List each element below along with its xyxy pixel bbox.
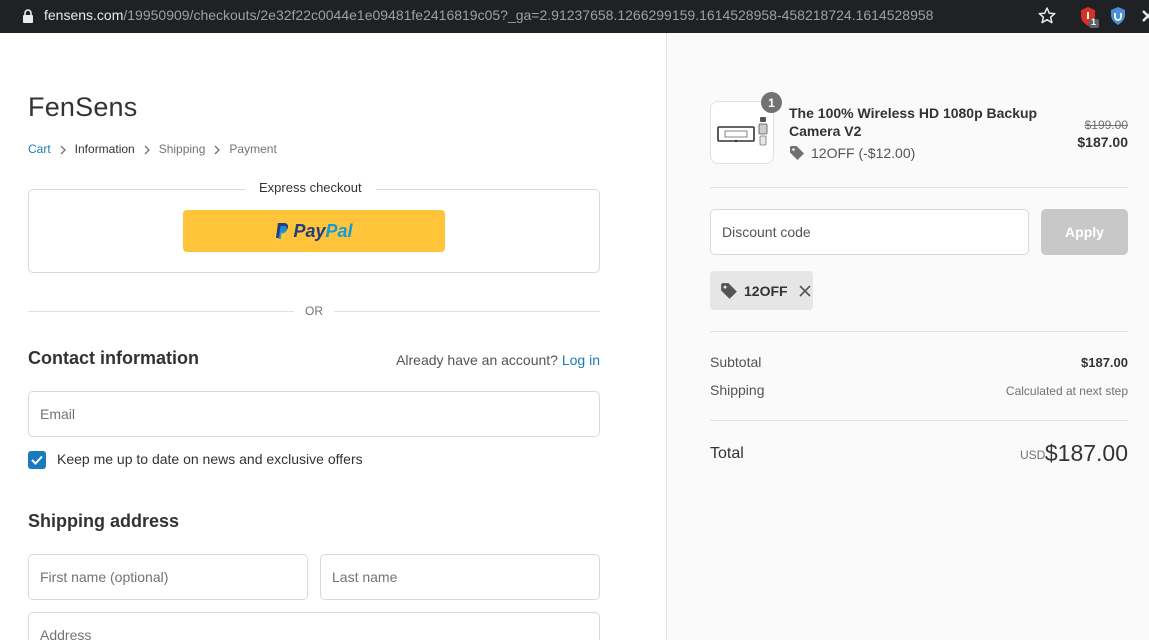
breadcrumb-information: Information bbox=[74, 142, 135, 156]
shipping-address-title: Shipping address bbox=[28, 511, 180, 531]
backup-camera-product-image bbox=[717, 117, 768, 146]
url-path: /19950909/checkouts/2e32f22c0044e1e09481… bbox=[123, 7, 934, 23]
paypal-pal: Pal bbox=[325, 220, 353, 241]
quantity-badge: 1 bbox=[761, 92, 782, 113]
shield-extension-icon[interactable] bbox=[1109, 6, 1127, 26]
lock-icon bbox=[23, 9, 33, 23]
tag-icon bbox=[790, 146, 804, 160]
shipping-value: Calculated at next step bbox=[1005, 384, 1128, 398]
breadcrumb-payment: Payment bbox=[229, 142, 277, 156]
breadcrumb: Cart Information Shipping Payment bbox=[28, 142, 277, 156]
express-checkout-title: Express checkout bbox=[245, 180, 376, 195]
bookmark-star-icon[interactable] bbox=[1037, 6, 1057, 26]
login-link[interactable]: Log in bbox=[562, 352, 600, 368]
original-price: $199.00 bbox=[1084, 118, 1128, 132]
first-name-field bbox=[28, 554, 308, 600]
account-prompt-text: Already have an account? bbox=[396, 352, 558, 368]
account-prompt: Already have an account? Log in bbox=[396, 352, 600, 368]
contact-information-title: Contact information bbox=[28, 348, 199, 368]
address-input[interactable] bbox=[29, 613, 599, 640]
breadcrumb-shipping: Shipping bbox=[158, 142, 206, 156]
email-input[interactable] bbox=[29, 392, 599, 436]
last-name-field bbox=[320, 554, 600, 600]
first-name-input[interactable] bbox=[29, 555, 307, 599]
discount-code-input[interactable] bbox=[711, 210, 1028, 254]
product-discount-text: 12OFF (-$12.00) bbox=[811, 145, 916, 161]
or-divider-text: OR bbox=[305, 304, 323, 318]
checkmark-icon bbox=[31, 455, 43, 465]
total-amount: $187.00 bbox=[1044, 440, 1128, 466]
total-label: Total bbox=[710, 445, 744, 462]
shop-name[interactable]: FenSens bbox=[28, 92, 137, 123]
summary-divider bbox=[710, 187, 1128, 188]
summary-divider bbox=[710, 420, 1128, 421]
or-divider-right bbox=[334, 311, 600, 312]
chevron-right-icon bbox=[135, 142, 159, 156]
product-price: $187.00 bbox=[1077, 134, 1128, 150]
applied-discount-chip: 12OFF bbox=[710, 271, 813, 310]
shipping-label: Shipping bbox=[710, 382, 765, 398]
breadcrumb-cart[interactable]: Cart bbox=[28, 142, 51, 156]
discount-code-field bbox=[710, 209, 1029, 255]
paypal-pay: Pay bbox=[293, 220, 326, 241]
applied-discount-code: 12OFF bbox=[744, 282, 788, 299]
extension-badge: 1 bbox=[1091, 17, 1097, 27]
address-field bbox=[28, 612, 600, 640]
subtotal-value: $187.00 bbox=[1081, 355, 1128, 370]
newsletter-label[interactable]: Keep me up to date on news and exclusive… bbox=[57, 451, 363, 467]
puzzle-extension-icon[interactable] bbox=[1141, 8, 1149, 24]
address-bar[interactable]: fensens.com/19950909/checkouts/2e32f22c0… bbox=[44, 7, 933, 23]
url-host: fensens.com bbox=[44, 7, 124, 23]
newsletter-checkbox[interactable] bbox=[28, 451, 46, 469]
subtotal-label: Subtotal bbox=[710, 354, 762, 370]
extension-icon[interactable]: 1 bbox=[1079, 6, 1099, 28]
email-field bbox=[28, 391, 600, 437]
paypal-wordmark: PayPal bbox=[293, 221, 352, 242]
tag-icon bbox=[721, 282, 737, 299]
paypal-logo-icon bbox=[276, 223, 289, 239]
product-discount: 12OFF (-$12.00) bbox=[789, 145, 915, 161]
total-currency: USD bbox=[1020, 448, 1046, 462]
summary-divider bbox=[710, 331, 1128, 332]
or-divider-left bbox=[28, 311, 294, 312]
apply-discount-button[interactable]: Apply bbox=[1041, 209, 1128, 255]
paypal-button[interactable]: PayPal bbox=[183, 210, 445, 252]
chevron-right-icon bbox=[205, 142, 229, 156]
browser-toolbar: fensens.com/19950909/checkouts/2e32f22c0… bbox=[0, 0, 1149, 33]
chevron-right-icon bbox=[51, 142, 75, 156]
remove-discount-close-icon[interactable] bbox=[798, 284, 812, 298]
product-name: The 100% Wireless HD 1080p Backup Camera… bbox=[789, 105, 1038, 139]
last-name-input[interactable] bbox=[321, 555, 599, 599]
